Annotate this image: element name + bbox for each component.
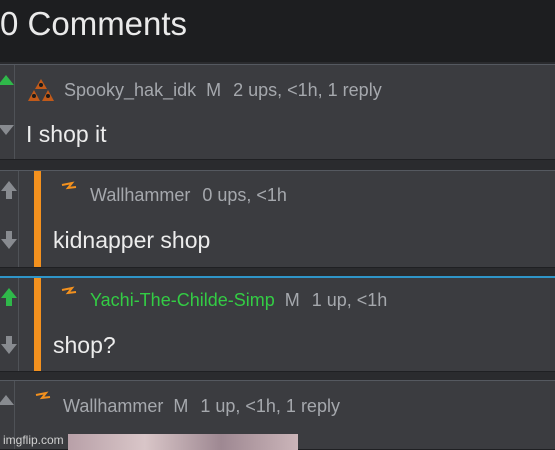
comment-username[interactable]: Yachi-The-Childe-Simp bbox=[90, 290, 275, 310]
reply-accent-bar bbox=[34, 171, 41, 267]
mod-mark: M bbox=[206, 80, 222, 100]
up-arrow-icon bbox=[0, 395, 14, 405]
comment-text: kidnapper shop bbox=[53, 227, 211, 253]
upvote-button[interactable] bbox=[0, 75, 16, 97]
upvote-button[interactable] bbox=[0, 395, 16, 417]
comment-text: shop? bbox=[53, 332, 116, 358]
comment-item: Spooky_hak_idk M 2 ups, <1h, 1 reply I sho… bbox=[0, 64, 555, 160]
up-arrow-icon bbox=[0, 75, 14, 85]
comment-text: I shop it bbox=[26, 121, 107, 147]
comment-stats: 0 ups, <1h bbox=[202, 185, 287, 205]
down-arrow-icon bbox=[1, 344, 17, 354]
vote-column bbox=[0, 65, 15, 159]
lightning-icon bbox=[35, 391, 51, 400]
comment-username[interactable]: Wallhammer bbox=[63, 396, 163, 416]
mod-mark: M bbox=[284, 290, 300, 310]
lightning-icon bbox=[61, 286, 77, 295]
lightning-icon bbox=[61, 181, 77, 190]
comment-meta: Wallhammer M 1 up, <1h, 1 reply bbox=[63, 396, 340, 417]
comments-header: 0 Comments bbox=[0, 0, 555, 62]
down-arrow-icon bbox=[1, 239, 17, 249]
comment-item: Wallhammer 0 ups, <1h kidnapper shop bbox=[0, 170, 555, 268]
comment-image-thumbnail[interactable] bbox=[68, 434, 298, 450]
up-arrow-icon bbox=[1, 288, 17, 298]
up-arrow-icon bbox=[1, 181, 17, 191]
comment-username[interactable]: Wallhammer bbox=[90, 185, 190, 205]
comment-stats: 2 ups, <1h, 1 reply bbox=[233, 80, 382, 100]
comment-username[interactable]: Spooky_hak_idk bbox=[64, 80, 196, 100]
upvote-button[interactable] bbox=[1, 288, 20, 310]
comment-stats: 1 up, <1h, 1 reply bbox=[200, 396, 340, 416]
downvote-button[interactable] bbox=[1, 231, 20, 253]
comment-item: Yachi-The-Childe-Simp M 1 up, <1h shop? bbox=[0, 276, 555, 372]
comment-meta: Yachi-The-Childe-Simp M 1 up, <1h bbox=[90, 290, 387, 311]
comment-meta: Spooky_hak_idk M 2 ups, <1h, 1 reply bbox=[64, 80, 382, 101]
vote-column bbox=[0, 171, 19, 267]
comment-stats: 1 up, <1h bbox=[311, 290, 388, 310]
upvote-button[interactable] bbox=[1, 181, 20, 203]
reply-accent-bar bbox=[34, 278, 41, 371]
comments-title: 0 Comments bbox=[0, 5, 188, 42]
triforce-badge-icon bbox=[28, 79, 54, 101]
imgflip-watermark: imgflip.com bbox=[3, 433, 64, 447]
mod-mark: M bbox=[173, 396, 189, 416]
vote-column bbox=[0, 278, 19, 371]
down-arrow-icon bbox=[0, 125, 14, 135]
comment-meta: Wallhammer 0 ups, <1h bbox=[90, 185, 287, 206]
downvote-button[interactable] bbox=[1, 336, 20, 358]
downvote-button[interactable] bbox=[0, 125, 16, 147]
